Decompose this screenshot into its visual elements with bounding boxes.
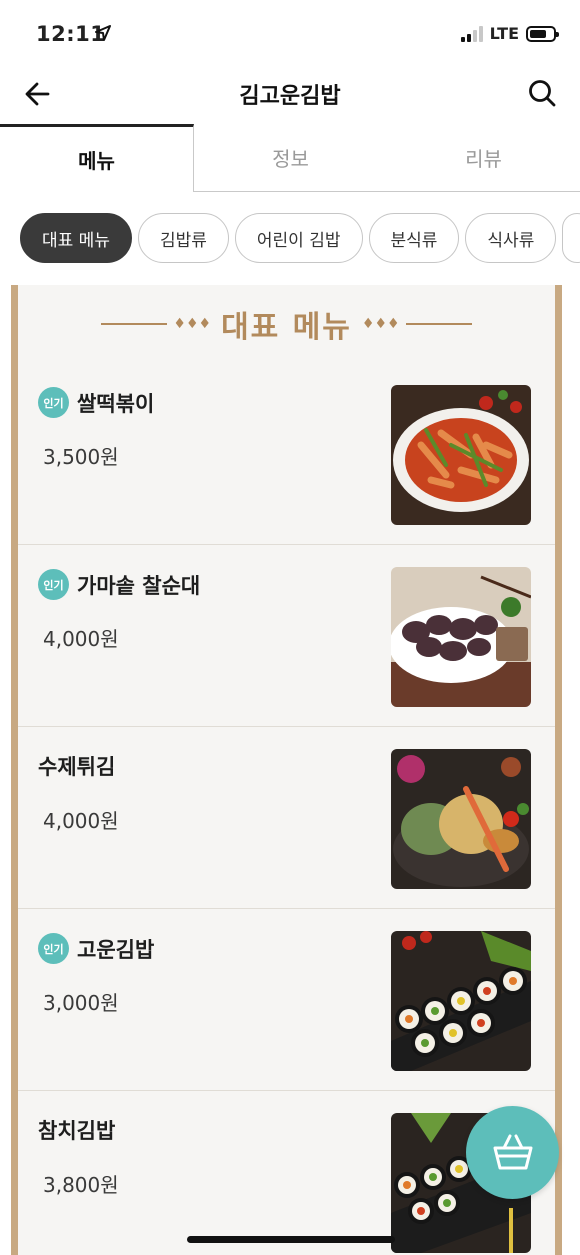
chip-snacks[interactable]: 분식류 xyxy=(368,213,460,263)
menu-item-price: 3,800원 xyxy=(43,1173,119,1197)
tab-menu[interactable]: 메뉴 xyxy=(0,124,194,192)
chip-kids-gimbap[interactable]: 어린이 김밥 xyxy=(234,213,363,263)
menu-item-name: 쌀떡볶이 xyxy=(77,391,155,416)
category-chips: 대표 메뉴 김밥류 어린이 김밥 분식류 식사류 xyxy=(20,213,580,265)
page-title: 김고운김밥 xyxy=(239,84,341,109)
menu-item-price: 3,500원 xyxy=(43,445,119,469)
menu-item[interactable]: 인기 가마솥 찰순대 4,000원 xyxy=(18,545,555,727)
tab-bar: 메뉴 정보 리뷰 xyxy=(0,124,580,192)
decoration-right-icon: ♦♦♦ xyxy=(362,316,472,332)
app-header: 김고운김밥 xyxy=(0,66,580,124)
tab-reviews[interactable]: 리뷰 xyxy=(387,124,580,192)
menu-item-name: 참치김밥 xyxy=(38,1119,116,1143)
popular-badge: 인기 xyxy=(38,569,69,600)
network-label: LTE xyxy=(489,24,519,43)
menu-item-price: 4,000원 xyxy=(43,627,119,651)
chip-meals[interactable]: 식사류 xyxy=(465,213,557,263)
menu-item-name: 수제튀김 xyxy=(38,755,116,779)
tteokbokki-photo-icon xyxy=(391,385,531,525)
decoration-left-icon: ♦♦♦ xyxy=(101,316,211,332)
popular-badge: 인기 xyxy=(38,933,69,964)
basket-icon xyxy=(493,1134,532,1169)
menu-item[interactable]: 수제튀김 4,000원 xyxy=(18,727,555,909)
popular-badge: 인기 xyxy=(38,387,69,418)
signal-icon xyxy=(460,25,483,42)
cart-button[interactable] xyxy=(466,1106,559,1199)
section-header: ♦♦♦ 대표 메뉴 ♦♦♦ xyxy=(18,285,555,363)
home-indicator[interactable] xyxy=(187,1236,395,1243)
menu-item-name: 고운김밥 xyxy=(77,937,155,962)
tab-info[interactable]: 정보 xyxy=(194,124,387,192)
chip-signature-menu[interactable]: 대표 메뉴 xyxy=(20,213,132,263)
sundae-photo-icon xyxy=(391,567,531,707)
battery-icon xyxy=(526,25,559,42)
menu-item-price: 4,000원 xyxy=(43,809,119,833)
menu-item[interactable]: 인기 쌀떡볶이 3,500원 xyxy=(18,363,555,545)
status-indicators: LTE xyxy=(460,24,559,43)
location-arrow-icon xyxy=(95,25,111,41)
menu-item-price: 3,000원 xyxy=(43,991,119,1015)
menu-item-name: 가마솥 찰순대 xyxy=(77,573,201,598)
chip-more[interactable] xyxy=(562,213,580,263)
menu-item[interactable]: 인기 고운김밥 3,000원 xyxy=(18,909,555,1091)
twigim-photo-icon xyxy=(391,749,531,889)
search-icon[interactable] xyxy=(526,77,558,109)
menu-panel: ♦♦♦ 대표 메뉴 ♦♦♦ 인기 쌀떡볶이 3,500원 인기 가마솥 찰순대 … xyxy=(11,285,562,1255)
status-bar: 12:11 LTE xyxy=(0,0,580,66)
chip-gimbap[interactable]: 김밥류 xyxy=(137,213,229,263)
section-title: 대표 메뉴 xyxy=(221,310,352,345)
gimbap-photo-icon xyxy=(391,931,531,1071)
